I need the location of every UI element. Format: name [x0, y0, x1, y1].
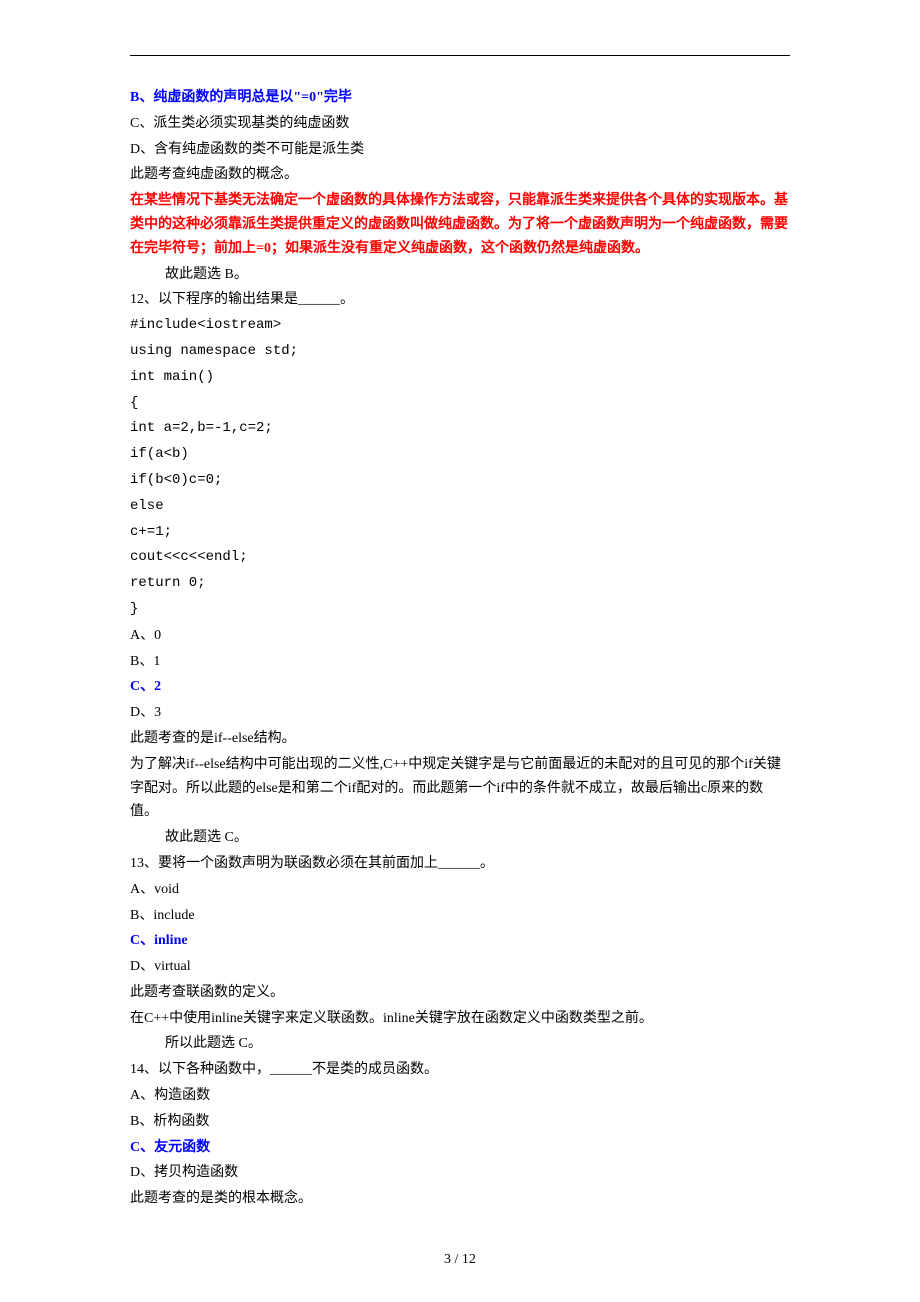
q13-option-b: B、include [130, 904, 790, 928]
q11-explanation-2: 在某些情况下基类无法确定一个虚函数的具体操作方法或容，只能靠派生类来提供各个具体… [130, 189, 790, 260]
q12-code-line: if(a<b) [130, 443, 790, 467]
q12-answer: 故此题选 C。 [130, 826, 790, 850]
q12-code-line: int main() [130, 366, 790, 390]
q12-code-line: c+=1; [130, 521, 790, 545]
q12-option-d: D、3 [130, 701, 790, 725]
q14-explanation-1: 此题考查的是类的根本概念。 [130, 1187, 790, 1211]
top-rule [130, 55, 790, 56]
q12-code-line: using namespace std; [130, 340, 790, 364]
q14-option-b: B、析构函数 [130, 1110, 790, 1134]
q12-code-line: else [130, 495, 790, 519]
q12-code-line: { [130, 392, 790, 416]
q12-option-a: A、0 [130, 624, 790, 648]
q12-code-line: if(b<0)c=0; [130, 469, 790, 493]
q13-stem: 13、要将一个函数声明为联函数必须在其前面加上______。 [130, 852, 790, 876]
q11-answer: 故此题选 B。 [130, 263, 790, 287]
q13-option-c: C、inline [130, 929, 790, 953]
q14-option-c: C、友元函数 [130, 1136, 790, 1160]
q12-code-line: #include<iostream> [130, 314, 790, 338]
q12-stem: 12、以下程序的输出结果是______。 [130, 288, 790, 312]
q11-explanation-1: 此题考查纯虚函数的概念。 [130, 163, 790, 187]
q13-explanation-1: 此题考查联函数的定义。 [130, 981, 790, 1005]
q11-option-c: C、派生类必须实现基类的纯虚函数 [130, 112, 790, 136]
q14-stem: 14、以下各种函数中，______不是类的成员函数。 [130, 1058, 790, 1082]
q11-option-d: D、含有纯虚函数的类不可能是派生类 [130, 138, 790, 162]
q13-option-a: A、void [130, 878, 790, 902]
q12-explanation-1: 此题考查的是if--else结构。 [130, 727, 790, 751]
q12-explanation-2: 为了解决if--else结构中可能出现的二义性,C++中规定关键字是与它前面最近… [130, 753, 790, 824]
q14-option-a: A、构造函数 [130, 1084, 790, 1108]
q12-code-line: } [130, 598, 790, 622]
q14-option-d: D、拷贝构造函数 [130, 1161, 790, 1185]
q13-answer: 所以此题选 C。 [130, 1032, 790, 1056]
q13-explanation-2: 在C++中使用inline关键字来定义联函数。inline关键字放在函数定义中函… [130, 1007, 790, 1031]
page-content: B、纯虚函数的声明总是以"=0"完毕 C、派生类必须实现基类的纯虚函数 D、含有… [0, 0, 920, 1302]
q12-code-line: cout<<c<<endl; [130, 546, 790, 570]
q12-option-b: B、1 [130, 650, 790, 674]
q12-code-line: int a=2,b=-1,c=2; [130, 417, 790, 441]
q11-option-b: B、纯虚函数的声明总是以"=0"完毕 [130, 86, 790, 110]
page-number: 3 / 12 [0, 1248, 920, 1272]
q12-option-c: C、2 [130, 675, 790, 699]
q13-option-d: D、virtual [130, 955, 790, 979]
q12-code-line: return 0; [130, 572, 790, 596]
